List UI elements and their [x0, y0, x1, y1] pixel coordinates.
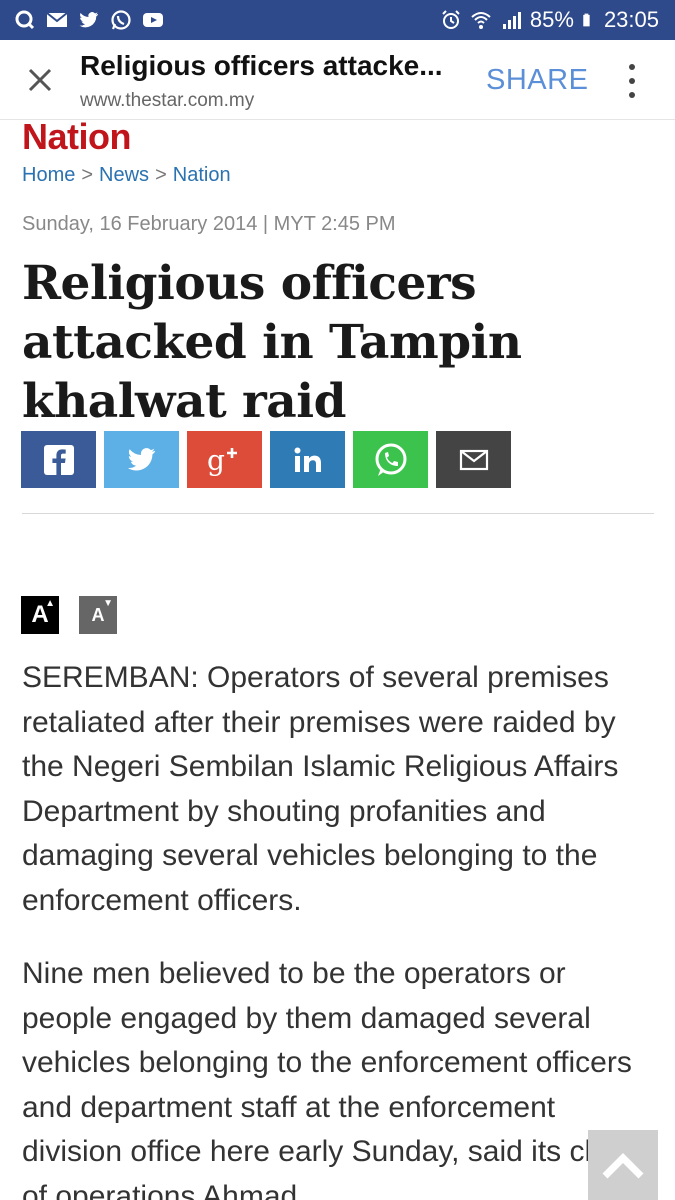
whatsapp-icon [111, 10, 131, 30]
breadcrumb-separator: > [81, 164, 94, 186]
clock: 23:05 [603, 7, 659, 32]
divider [22, 513, 654, 514]
chevron-up-icon [602, 1153, 644, 1179]
menu-dot [629, 64, 635, 70]
google-plus-icon: g [207, 444, 237, 477]
breadcrumb-home[interactable]: Home [22, 164, 75, 186]
status-bar: 85% 23:05 [0, 0, 675, 40]
article-paragraph: SEREMBAN: Operators of several premises … [22, 661, 619, 917]
article-dateline: Sunday, 16 February 2014 | MYT 2:45 PM [22, 213, 396, 235]
close-button[interactable] [20, 60, 60, 100]
search-icon [15, 10, 35, 30]
browser-header: Religious officers attacke... www.thesta… [0, 40, 675, 120]
whatsapp-share-button[interactable] [353, 431, 428, 488]
whatsapp-icon [375, 443, 406, 476]
alarm-icon [442, 10, 460, 29]
breadcrumb-news[interactable]: News [99, 164, 149, 186]
facebook-icon [43, 444, 74, 475]
svg-text:g: g [207, 444, 225, 477]
battery-icon [583, 13, 590, 27]
article-paragraph: Nine men believed to be the operators or… [22, 957, 633, 1200]
linkedin-icon [294, 447, 321, 472]
signal-icon [502, 12, 521, 29]
twitter-icon [79, 12, 98, 28]
email-share-button[interactable] [436, 431, 511, 488]
section-title[interactable]: Nation [22, 116, 132, 158]
youtube-icon [143, 13, 163, 27]
breadcrumb-separator: > [155, 164, 167, 186]
wifi-icon [471, 12, 491, 29]
font-size-controls: A ▲ A ▼ [21, 596, 117, 634]
system-indicators: 85% 23:05 [440, 0, 659, 40]
mail-icon [459, 449, 488, 470]
breadcrumb: Home > News > Nation [22, 164, 231, 187]
arrow-down-icon: ▼ [103, 598, 113, 609]
increase-font-button[interactable]: A ▲ [21, 596, 59, 634]
social-share-bar: g [21, 431, 511, 488]
decrease-font-button[interactable]: A ▼ [79, 596, 117, 634]
article-headline: Religious officers attacked in Tampin kh… [22, 256, 522, 429]
facebook-share-button[interactable] [21, 431, 96, 488]
twitter-share-button[interactable] [104, 431, 179, 488]
share-button[interactable]: SHARE [486, 64, 588, 97]
page-url: www.thestar.com.my [80, 90, 255, 111]
scroll-to-top-button[interactable] [588, 1130, 658, 1200]
article-body: SEREMBAN: Operators of several premises … [22, 656, 662, 1200]
menu-dot [629, 92, 635, 98]
twitter-icon [127, 447, 155, 471]
breadcrumb-nation[interactable]: Nation [173, 164, 231, 186]
mail-icon [46, 12, 68, 27]
google-plus-share-button[interactable]: g [187, 431, 262, 488]
overflow-menu-button[interactable] [620, 64, 644, 98]
close-icon [28, 68, 52, 92]
linkedin-share-button[interactable] [270, 431, 345, 488]
battery-percent: 85% [529, 7, 574, 32]
arrow-up-icon: ▲ [45, 598, 55, 609]
notification-icons [14, 0, 164, 40]
page-title: Religious officers attacke... [80, 50, 443, 81]
menu-dot [629, 78, 635, 84]
